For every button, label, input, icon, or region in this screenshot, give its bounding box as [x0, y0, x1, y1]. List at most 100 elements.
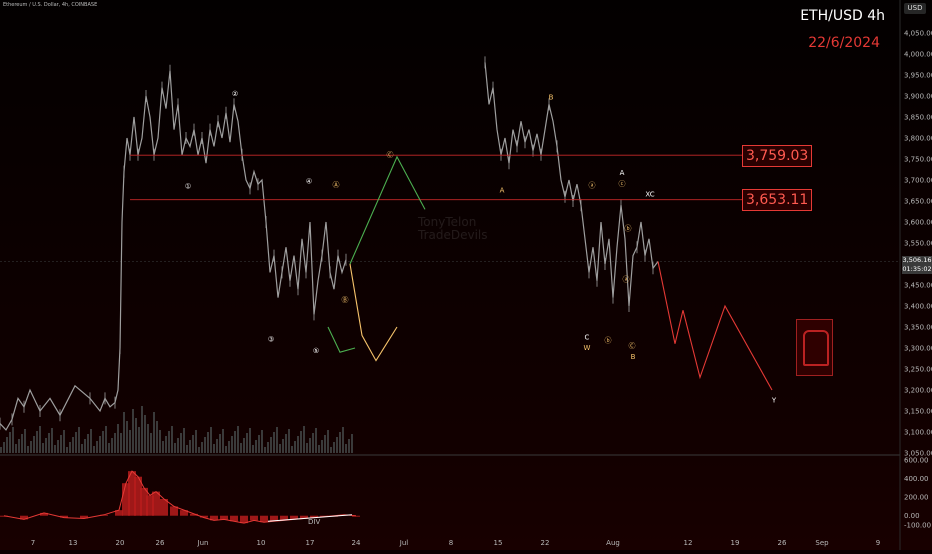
volume-bar [54, 445, 56, 453]
price-tick-label: 3,700.00 [904, 177, 932, 185]
wave-label: Ⓒ [387, 151, 394, 159]
volume-bar [96, 441, 98, 453]
price-tick-label: 3,250.00 [904, 366, 932, 374]
volume-bar [87, 434, 89, 453]
price-tick-label: 3,450.00 [904, 282, 932, 290]
volume-bar [321, 440, 323, 453]
price-tick-label: 3,200.00 [904, 387, 932, 395]
level-label-3653: 3,653.11 [742, 189, 813, 211]
price-tick-label: 3,300.00 [904, 345, 932, 353]
price-tick-label: 4,050.00 [904, 30, 932, 38]
price-tick-label: 3,900.00 [904, 93, 932, 101]
volume-bar [222, 429, 224, 453]
volume-bar [117, 424, 119, 453]
volume-bar [111, 438, 113, 453]
volume-bar [114, 433, 116, 453]
volume-bar [120, 433, 122, 453]
price-tick-label: 3,800.00 [904, 135, 932, 143]
time-tick-label: 26 [156, 539, 165, 547]
volume-bar [6, 437, 8, 453]
volume-bar [192, 435, 194, 453]
volume-bar [105, 426, 107, 453]
wave-label: ① [185, 182, 191, 190]
price-tick-label: 3,750.00 [904, 156, 932, 164]
volume-bar [201, 442, 203, 453]
volume-bar [306, 443, 308, 453]
volume-bar [60, 435, 62, 453]
volume-bar [309, 438, 311, 453]
wave-label: ⓒ [619, 180, 626, 188]
volume-bar [339, 432, 341, 453]
volume-bar [204, 437, 206, 453]
time-tick-label: Sep [815, 539, 829, 547]
volume-bar [18, 439, 20, 453]
osc-tick-label: 200.00 [904, 494, 929, 502]
volume-bar [288, 429, 290, 453]
volume-bar [171, 426, 173, 453]
time-tick-label: 17 [306, 539, 315, 547]
volume-bar [156, 421, 158, 453]
wave-label: A [500, 187, 505, 195]
time-tick-label: Aug [606, 539, 620, 547]
volume-bar [123, 412, 125, 453]
time-tick-label: 24 [352, 539, 361, 547]
time-tick-label: 12 [684, 539, 693, 547]
volume-bar [90, 429, 92, 453]
volume-bar [42, 443, 44, 453]
volume-bar [30, 441, 32, 453]
volume-bar [129, 430, 131, 453]
currency-button[interactable]: USD [904, 3, 926, 14]
volume-bar [39, 426, 41, 453]
volume-bar [138, 427, 140, 453]
volume-bar [264, 447, 266, 453]
volume-bar [78, 427, 80, 453]
volume-bar [69, 442, 71, 453]
time-tick-label: 20 [116, 539, 125, 547]
volume-bar [225, 446, 227, 453]
volume-bar [36, 431, 38, 453]
wave-label: C [585, 334, 590, 342]
volume-bar [174, 443, 176, 453]
volume-bar [294, 441, 296, 453]
volume-bar [126, 421, 128, 453]
price-tick-label: 3,850.00 [904, 114, 932, 122]
volume-bar [84, 439, 86, 453]
symbol-line: Ethereum / U.S. Dollar, 4h, COINBASE [3, 2, 98, 8]
wave-label: XC [645, 191, 654, 199]
volume-bar [165, 436, 167, 453]
volume-bar [258, 435, 260, 453]
volume-bar [216, 439, 218, 453]
eth-price-chart[interactable]: ①②③④⑤ⒶⒷⒸABⓐCWⓑAⓒⓑⓐⒸBXCY 600.00400.00200.… [0, 0, 932, 550]
current-price-badge: 3,506.16 01:35:02 [902, 256, 932, 274]
wave-label: Ⓒ [629, 342, 636, 350]
volume-bar [249, 428, 251, 453]
volume-bar [108, 443, 110, 453]
current-price-countdown: 01:35:02 [902, 265, 932, 273]
volume-bar [336, 437, 338, 453]
volume-bar [21, 434, 23, 453]
volume-bar [33, 436, 35, 453]
volume-bar [144, 415, 146, 453]
volume-bar [246, 433, 248, 453]
logo-emblem-icon [803, 330, 829, 366]
time-tick-label: 13 [69, 539, 78, 547]
volume-bar [141, 406, 143, 453]
volume-bar [261, 430, 263, 453]
volume-bar [270, 437, 272, 453]
volume-bar [213, 444, 215, 453]
volume-bar [183, 428, 185, 453]
volume-bar [27, 446, 29, 453]
price-tick-label: 3,100.00 [904, 429, 932, 437]
osc-tick-label: -100.00 [904, 522, 931, 530]
wave-label: ⓑ [625, 224, 632, 232]
divergence-label: DIV [308, 518, 320, 526]
volume-bar [66, 447, 68, 453]
wave-label: ⓐ [589, 181, 596, 189]
macd-histogram-bar [220, 515, 228, 520]
volume-bar [186, 445, 188, 453]
volume-bar [297, 436, 299, 453]
price-tick-label: 3,600.00 [904, 219, 932, 227]
price-tick-label: 3,050.00 [904, 450, 932, 458]
time-tick-label: 7 [31, 539, 35, 547]
wave-label: Y [771, 397, 777, 405]
